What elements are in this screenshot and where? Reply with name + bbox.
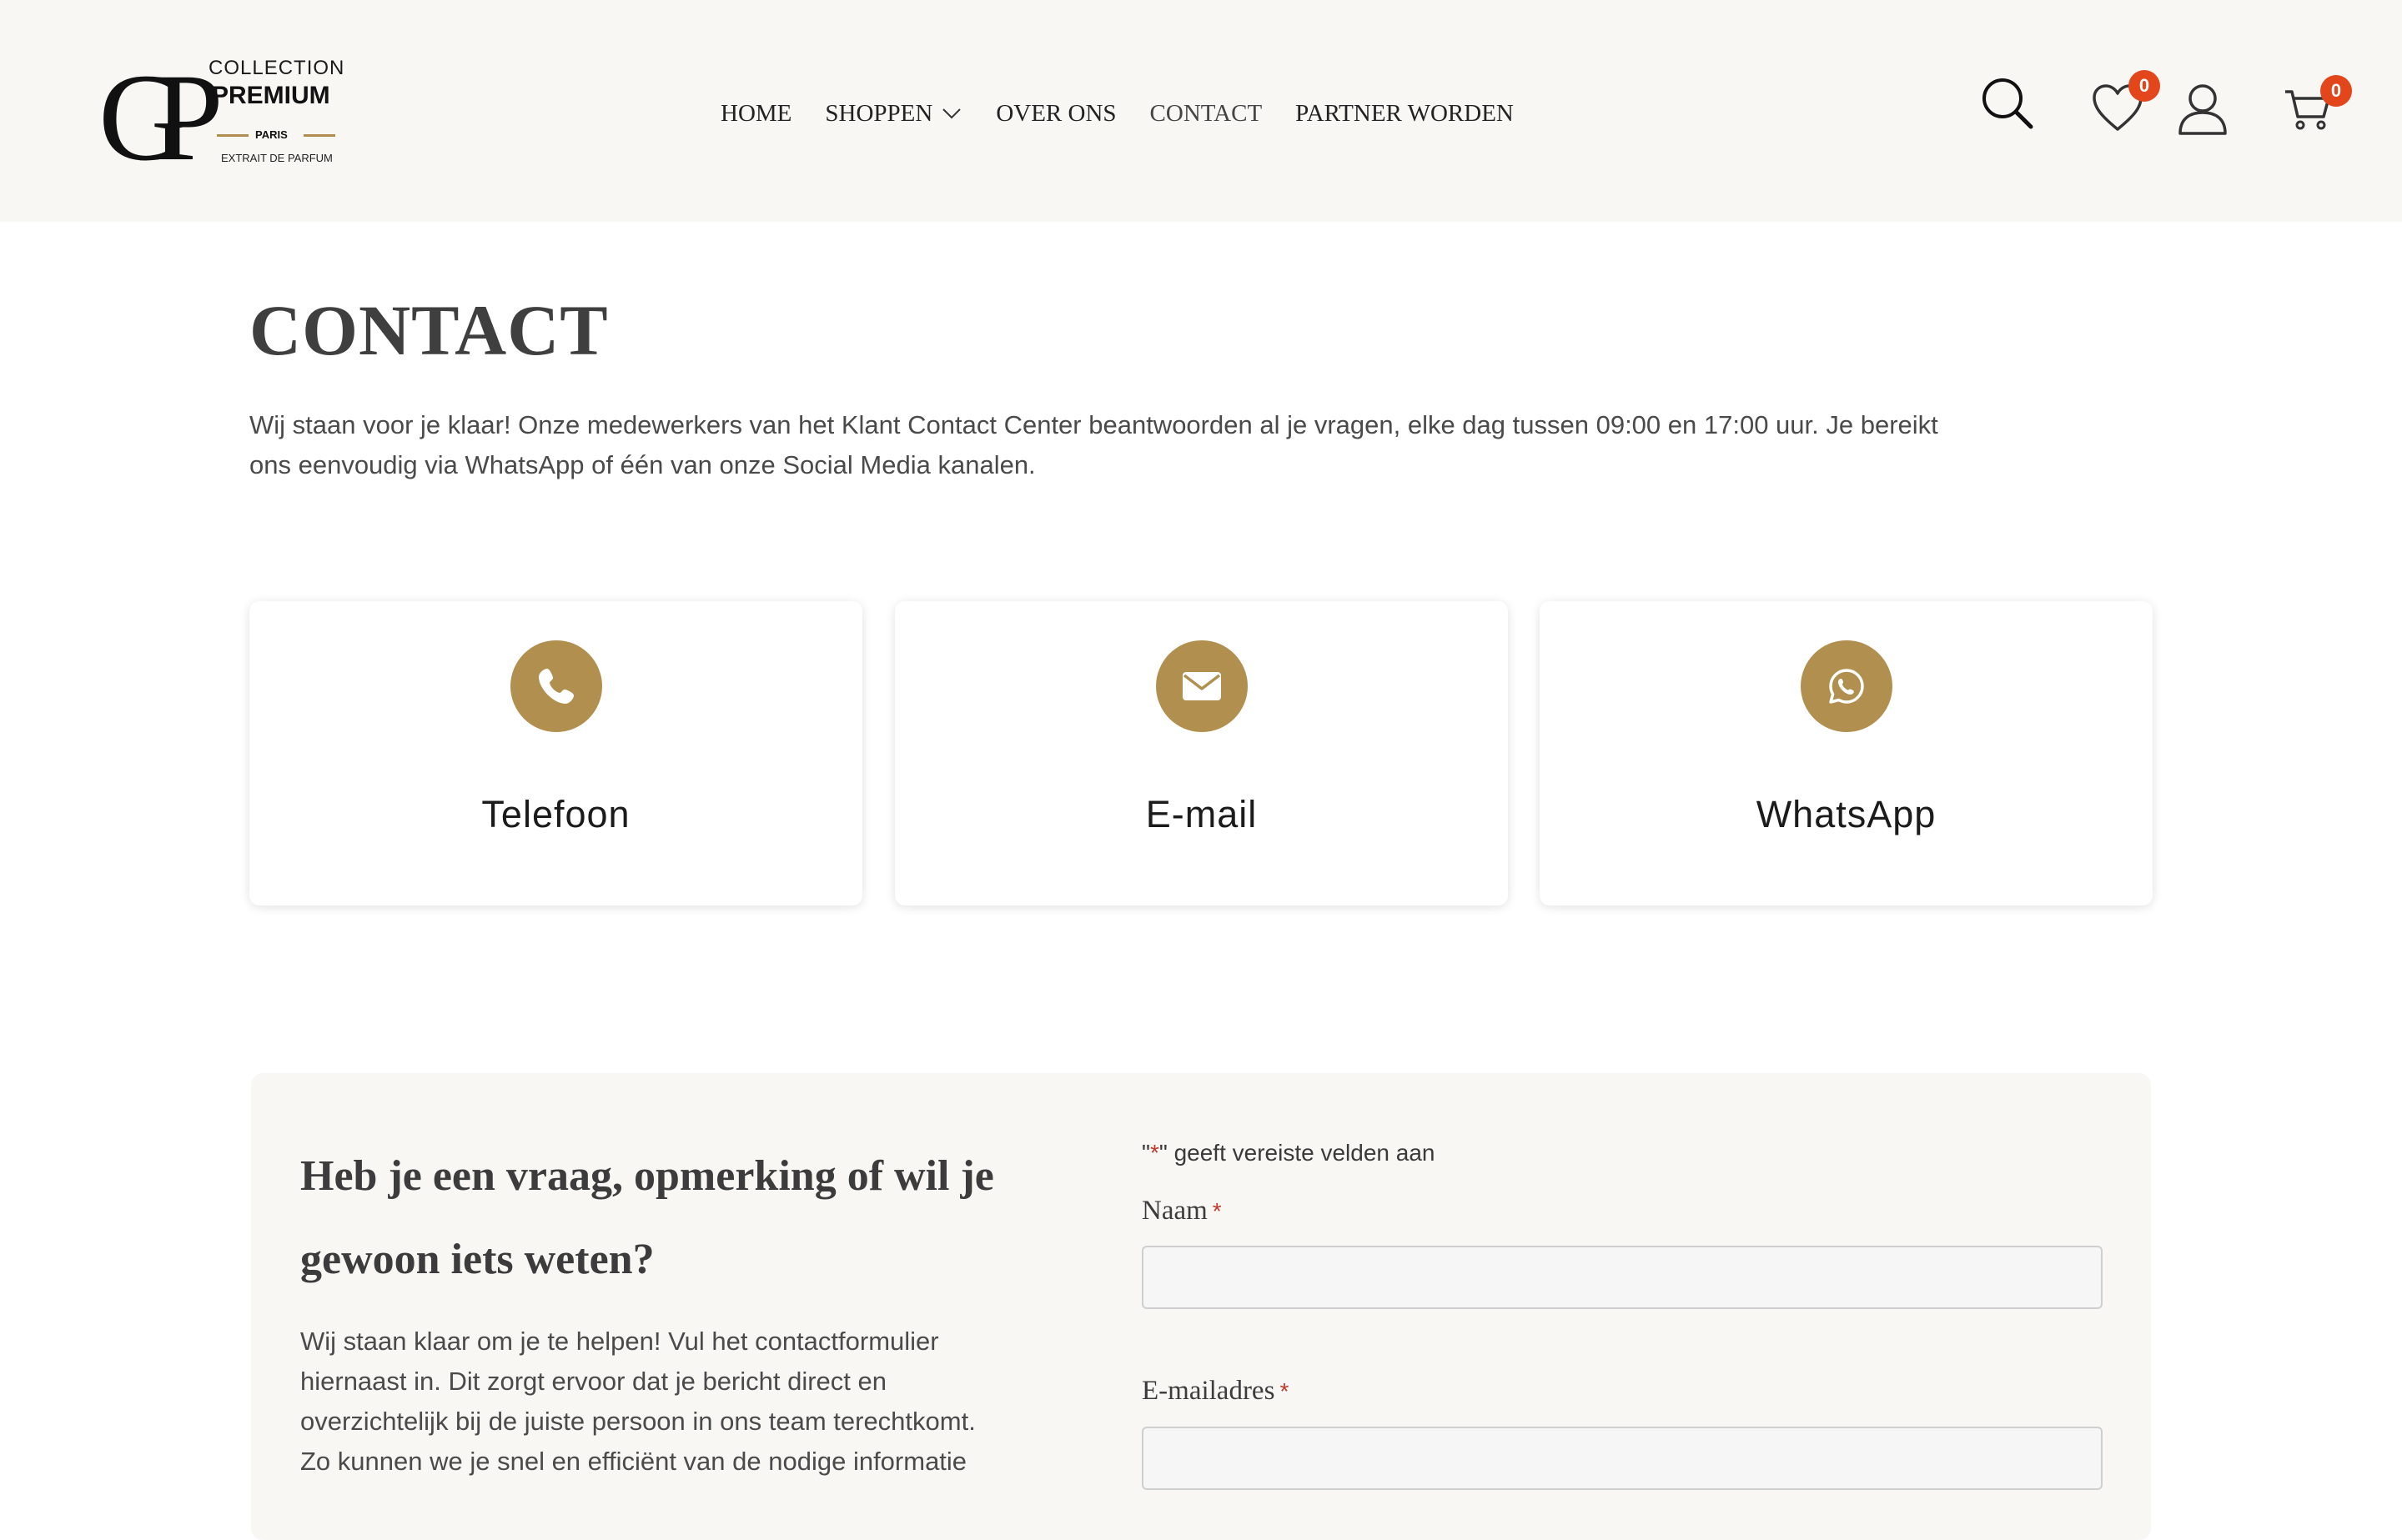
naam-input[interactable] bbox=[1142, 1246, 2103, 1309]
required-fields-note: "*" geeft vereiste velden aan bbox=[1142, 1140, 1435, 1166]
logo-paris: PARIS bbox=[255, 128, 288, 141]
contact-card-email[interactable]: E-mail bbox=[895, 601, 1508, 905]
contact-card-telefoon[interactable]: Telefoon bbox=[249, 601, 862, 905]
naam-label: Naam * bbox=[1142, 1196, 1222, 1226]
nav-over-ons[interactable]: OVER ONS bbox=[996, 100, 1116, 128]
cart-count-badge: 0 bbox=[2320, 75, 2352, 107]
required-star: * bbox=[1149, 1140, 1159, 1166]
chevron-down-icon bbox=[942, 108, 962, 119]
card-label: E-mail bbox=[1145, 793, 1258, 835]
nav-shoppen-label: SHOPPEN bbox=[825, 99, 933, 127]
required-star: * bbox=[1212, 1198, 1222, 1224]
logo-divider-left bbox=[217, 134, 249, 137]
required-note-text: " geeft vereiste velden aan bbox=[1158, 1140, 1435, 1166]
logo-monogram: GP bbox=[98, 48, 224, 187]
logo-divider-right bbox=[304, 134, 335, 137]
cart-button[interactable]: 0 bbox=[2284, 75, 2352, 135]
wishlist-count-badge: 0 bbox=[2128, 70, 2160, 102]
required-note-quote-open: " bbox=[1142, 1140, 1150, 1166]
contact-card-whatsapp[interactable]: WhatsApp bbox=[1540, 601, 2153, 905]
form-description: Wij staan klaar om je te helpen! Vul het… bbox=[300, 1327, 976, 1476]
contact-form-section: Heb je een vraag, opmerking of wil je ge… bbox=[251, 1073, 2151, 1540]
page-title: CONTACT bbox=[249, 290, 609, 370]
logo-collection: COLLECTION bbox=[209, 57, 345, 79]
search-icon[interactable] bbox=[1981, 77, 2034, 130]
site-header: GP COLLECTION PREMIUM PARIS EXTRAIT DE P… bbox=[0, 0, 2402, 222]
nav-contact[interactable]: CONTACT bbox=[1150, 100, 1263, 128]
email-label-text: E-mailadres bbox=[1142, 1376, 1275, 1406]
logo-tagline: EXTRAIT DE PARFUM bbox=[221, 152, 333, 164]
card-label: Telefoon bbox=[481, 793, 631, 835]
main-nav: HOME SHOPPEN OVER ONS CONTACT PARTNER WO… bbox=[721, 97, 1547, 130]
form-heading: Heb je een vraag, opmerking of wil je ge… bbox=[300, 1152, 994, 1283]
whatsapp-icon bbox=[1801, 640, 1892, 732]
intro-text: Wij staan voor je klaar! Onze medewerker… bbox=[249, 410, 1938, 479]
phone-icon bbox=[510, 640, 602, 732]
nav-partner-worden[interactable]: PARTNER WORDEN bbox=[1295, 100, 1514, 128]
naam-label-text: Naam bbox=[1142, 1196, 1208, 1226]
nav-home[interactable]: HOME bbox=[721, 100, 791, 128]
user-icon[interactable] bbox=[2177, 82, 2229, 135]
envelope-icon bbox=[1156, 640, 1248, 732]
brand-logo[interactable]: GP COLLECTION PREMIUM PARIS EXTRAIT DE P… bbox=[98, 48, 349, 187]
logo-premium: PREMIUM bbox=[212, 82, 330, 109]
required-star: * bbox=[1279, 1378, 1289, 1404]
wishlist-button[interactable]: 0 bbox=[2092, 70, 2160, 135]
email-input[interactable] bbox=[1142, 1427, 2103, 1490]
email-label: E-mailadres * bbox=[1142, 1376, 1289, 1407]
nav-shoppen[interactable]: SHOPPEN bbox=[825, 100, 962, 128]
card-label: WhatsApp bbox=[1756, 793, 1937, 835]
